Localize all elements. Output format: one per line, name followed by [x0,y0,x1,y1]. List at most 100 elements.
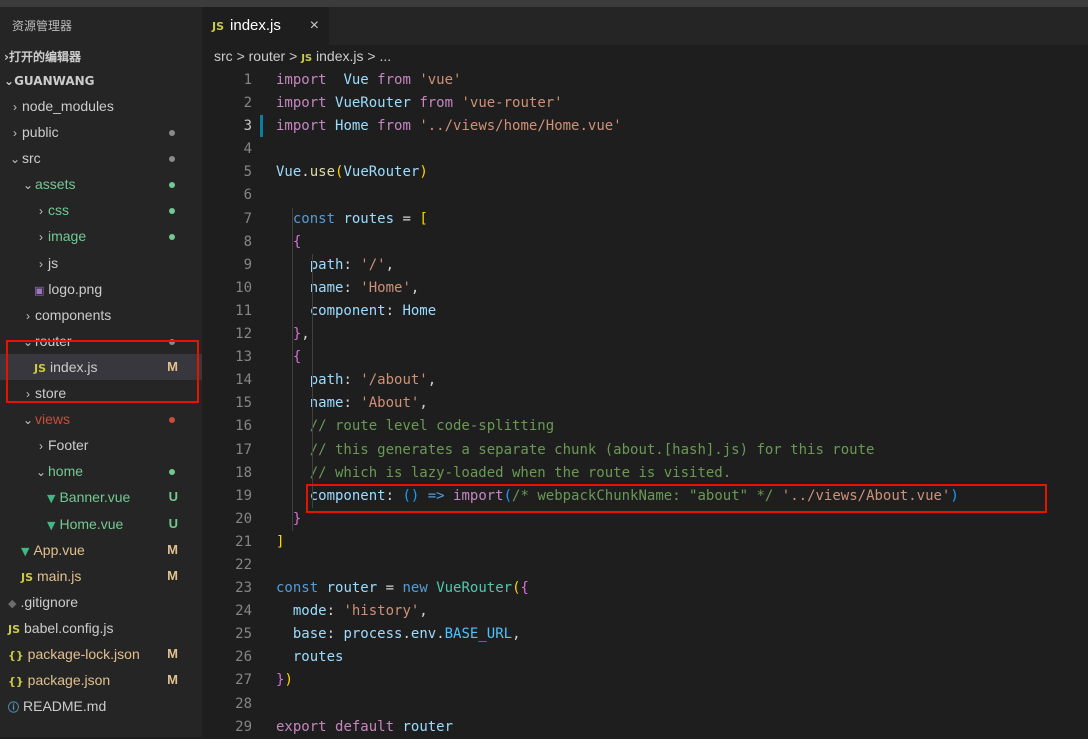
code-text: // which is lazy-loaded when the route i… [276,462,731,485]
code-line[interactable]: 16 // route level code-splitting [202,415,1088,438]
breadcrumb-router[interactable]: router [249,48,286,64]
tree-item[interactable]: ▼ App.vue M [0,537,202,563]
code-text: base: process.env.BASE_URL, [276,623,521,646]
tree-item[interactable]: › node_modules [0,93,202,119]
tree-item[interactable]: › js [0,250,202,276]
file-tree: › node_modules › public ⌄ src ⌄ assets › css › imag… [0,93,202,719]
code-line[interactable]: 15 name: 'About', [202,392,1088,415]
tree-item[interactable]: › image [0,223,202,249]
git-status-dot [169,208,175,215]
code-token: VueRouter [343,164,420,181]
code-line[interactable]: 27}) [202,669,1088,692]
json-file-icon: {} [8,648,24,662]
breadcrumb-more[interactable]: ... [379,48,391,64]
tree-item[interactable]: ▣ logo.png [0,276,202,302]
code-line[interactable]: 6 [202,184,1088,207]
line-number: 23 [235,580,252,597]
tree-item[interactable]: ◆ .gitignore [0,589,202,615]
line-number: 8 [243,233,252,250]
code-line[interactable]: 12 }, [202,323,1088,346]
tree-item[interactable]: JS main.js M [0,563,202,589]
code-highlight-box [306,484,1047,513]
code-line[interactable]: 7 const routes = [ [202,208,1088,231]
code-token: : [343,279,361,296]
code-line[interactable]: 23 const router = new VueRouter({ [202,577,1088,600]
tree-item[interactable]: {} package-lock.json M [0,641,202,667]
breadcrumb-src[interactable]: src [214,48,233,64]
code-token: , [419,603,428,620]
code-line[interactable]: 21] [202,531,1088,554]
code-line[interactable]: 22 [202,554,1088,577]
code-token: router [402,718,454,735]
tree-item[interactable]: JS babel.config.js [0,615,202,641]
tree-item[interactable]: ⌄ views [0,406,202,432]
tab-bar: JS index.js × [202,7,1088,45]
tab-index-js[interactable]: JS index.js × [202,7,329,45]
code-token: import [276,72,327,88]
code-line[interactable]: 11 component: Home [202,300,1088,323]
code-line[interactable]: 9 path: '/', [202,254,1088,277]
tree-item[interactable]: ⌄ home [0,458,202,484]
explorer-title: 资源管理器 [12,19,73,33]
code-line[interactable]: 28 [202,693,1088,716]
code-text: component: Home [276,300,436,323]
tree-item[interactable]: › public [0,119,202,145]
code-text: ] [276,531,284,554]
code-text: export default router [276,716,453,739]
code-line[interactable]: 5 Vue.use(VueRouter) [202,161,1088,184]
code-line[interactable]: 4 [202,138,1088,161]
code-line[interactable]: 25 base: process.env.BASE_URL, [202,623,1088,646]
tree-item[interactable]: ⌄ assets [0,171,202,197]
code-token: ] [276,533,285,550]
project-section[interactable]: ⌄GUANWANG [0,69,202,93]
open-editors-section[interactable]: ›打开的编辑器 [0,45,202,69]
code-line[interactable]: 29 export default router [202,716,1088,739]
tree-item[interactable]: › components [0,302,202,328]
code-line[interactable]: 8 { [202,231,1088,254]
tree-item[interactable]: ⓘ README.md [0,693,202,719]
tree-item[interactable]: ▼ Banner.vue U [0,484,202,510]
code-line[interactable]: 26 routes [202,646,1088,669]
code-line[interactable]: 18 // which is lazy-loaded when the rout… [202,462,1088,485]
breadcrumb-file[interactable]: index.js [316,48,363,64]
code-line[interactable]: 13 { [202,346,1088,369]
line-number: 17 [235,441,252,458]
tree-item-label: public [22,124,59,141]
line-number: 19 [235,487,252,504]
code-token: { [520,580,529,597]
tree-item[interactable]: › css [0,197,202,223]
tree-item[interactable]: › Footer [0,432,202,458]
code-line[interactable]: 17 // this generates a separate chunk (a… [202,439,1088,462]
tree-item[interactable]: {} package.json M [0,667,202,693]
code-token: from [419,95,454,112]
tree-item[interactable]: ▼ Home.vue U [0,511,202,537]
code-token: router [326,580,378,597]
code-token: '/' [360,256,386,273]
code-line[interactable]: 24 mode: 'history', [202,600,1088,623]
git-modified-gutter [260,115,263,138]
code-token: use [309,164,336,181]
chevron-down-icon: ⌄ [9,152,21,167]
close-icon[interactable]: × [310,7,319,45]
code-token: , [410,279,420,296]
tree-item[interactable]: ⌄ src [0,145,202,171]
code-token: { [292,233,302,250]
code-editor[interactable]: 1 import Vue from 'vue' 2 import VueRouter … [202,69,1088,739]
code-token: '../views/home/Home.vue' [419,118,622,135]
code-line[interactable]: 1 import Vue from 'vue' [202,69,1088,92]
code-line[interactable]: 14 path: '/about', [202,369,1088,392]
chevron-right-icon: › [13,126,17,141]
chevron-right-icon: › [39,230,43,245]
code-line[interactable]: 2 import VueRouter from 'vue-router' [202,92,1088,115]
code-line[interactable]: 3 import Home from '../views/home/Home.vu… [202,115,1088,138]
code-text: }) [276,669,293,692]
git-file-icon: ◆ [8,596,17,610]
js-file-icon: JS [8,622,21,636]
tree-item-label: components [35,306,112,323]
code-line[interactable]: 10 name: 'Home', [202,277,1088,300]
